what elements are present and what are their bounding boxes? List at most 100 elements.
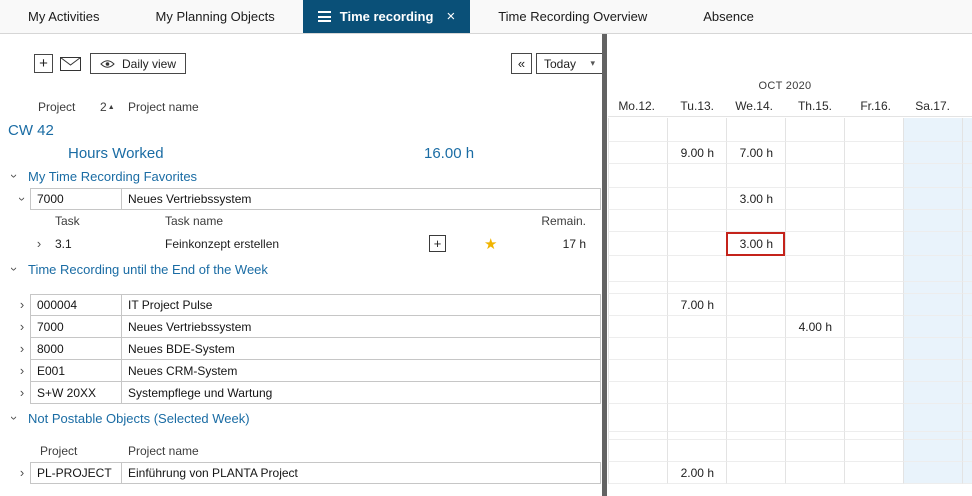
add-booking-button[interactable]: + [429,235,446,252]
time-cell-weekend[interactable] [903,188,962,210]
today-button[interactable]: Today ▾ [536,53,603,74]
expander-icon[interactable]: › [16,321,28,333]
expander-icon[interactable]: › [16,387,28,399]
time-cell[interactable] [785,232,844,256]
section-title-favorites[interactable]: My Time Recording Favorites [28,164,197,188]
expander-icon[interactable]: › [16,365,28,377]
tab-my-planning-objects[interactable]: My Planning Objects [128,0,303,33]
tab-time-recording-overview[interactable]: Time Recording Overview [470,0,675,33]
collapse-icon[interactable]: › [8,170,20,182]
time-cell[interactable] [844,232,903,256]
time-cell[interactable] [608,188,667,210]
time-cell[interactable] [726,462,785,484]
time-cell[interactable] [608,382,667,404]
project-code-cell[interactable]: 7000 [30,188,122,210]
time-cell[interactable] [785,382,844,404]
time-cell-highlighted[interactable]: 3.00 h [726,232,785,256]
tab-time-recording[interactable]: Time recording × [303,0,470,33]
project-name-cell[interactable]: IT Project Pulse [121,294,601,316]
time-cell[interactable] [667,382,726,404]
time-cell[interactable] [726,338,785,360]
pane-splitter[interactable] [602,34,607,496]
time-cell[interactable] [726,382,785,404]
project-code-cell[interactable]: S+W 20XX [30,382,122,404]
time-cell-weekend[interactable] [903,382,962,404]
tab-my-activities[interactable]: My Activities [0,0,128,33]
grid-filler [962,256,972,282]
section-title-not-postable[interactable]: Not Postable Objects (Selected Week) [28,404,250,432]
time-cell[interactable] [785,338,844,360]
close-tab-icon[interactable]: × [446,8,455,25]
expander-icon[interactable]: › [16,343,28,355]
time-cell[interactable] [844,188,903,210]
sort-indicator[interactable]: 2▲ [100,100,115,114]
section-title-week[interactable]: Time Recording until the End of the Week [28,256,268,282]
project-code-cell[interactable]: PL-PROJECT [30,462,122,484]
time-cell[interactable] [667,232,726,256]
time-cell[interactable] [785,294,844,316]
time-cell[interactable] [667,338,726,360]
time-cell[interactable] [844,462,903,484]
expander-icon[interactable]: › [16,299,28,311]
hamburger-menu-icon[interactable] [318,9,331,25]
time-cell[interactable] [844,338,903,360]
time-cell[interactable] [608,338,667,360]
expander-icon[interactable]: › [33,238,45,250]
project-code-cell[interactable]: 8000 [30,338,122,360]
time-cell-weekend[interactable] [903,232,962,256]
time-cell-weekend[interactable] [903,360,962,382]
time-cell[interactable] [785,188,844,210]
task-name[interactable]: Feinkonzept erstellen [165,232,279,256]
time-cell[interactable] [785,360,844,382]
time-cell[interactable] [844,294,903,316]
time-cell[interactable] [844,382,903,404]
collapse-icon[interactable]: › [8,263,20,275]
calendar-week-row: CW 42 [0,118,972,142]
expander-icon[interactable]: › [16,467,28,479]
time-cell[interactable]: 4.00 h [785,316,844,338]
collapse-icon[interactable]: › [8,412,20,424]
time-cell[interactable] [608,360,667,382]
time-cell[interactable]: 2.00 h [667,462,726,484]
time-cell[interactable] [608,232,667,256]
time-cell[interactable] [667,188,726,210]
time-cell-weekend[interactable] [903,338,962,360]
expander-icon[interactable]: › [16,193,28,205]
time-cell[interactable] [667,360,726,382]
grid-cell [785,432,844,440]
time-cell-weekend[interactable] [903,462,962,484]
grid-filler [962,282,972,294]
project-code-cell[interactable]: E001 [30,360,122,382]
time-cell[interactable] [608,294,667,316]
time-cell-weekend[interactable] [903,294,962,316]
project-name-cell[interactable]: Neues Vertriebssystem [121,188,601,210]
add-button[interactable]: + [34,54,53,73]
project-name-cell[interactable]: Neues CRM-System [121,360,601,382]
project-code-cell[interactable]: 000004 [30,294,122,316]
time-cell[interactable] [844,360,903,382]
column-header-project[interactable]: Project [38,100,75,114]
time-cell[interactable] [785,462,844,484]
project-name-cell[interactable]: Einführung von PLANTA Project [121,462,601,484]
project-name-cell[interactable]: Neues BDE-System [121,338,601,360]
time-cell[interactable] [726,294,785,316]
grid-filler [962,232,972,256]
previous-period-button[interactable]: « [511,53,532,74]
time-cell[interactable] [726,316,785,338]
grid-cell [785,440,844,462]
time-cell[interactable] [844,316,903,338]
favorite-star-icon[interactable]: ★ [484,232,497,256]
mail-icon[interactable] [60,57,81,71]
time-cell-weekend[interactable] [903,316,962,338]
project-name-cell[interactable]: Neues Vertriebssystem [121,316,601,338]
view-mode-select[interactable]: Daily view [90,53,186,74]
time-cell[interactable]: 3.00 h [726,188,785,210]
time-cell[interactable] [608,316,667,338]
tab-absence[interactable]: Absence [675,0,782,33]
time-cell[interactable] [726,360,785,382]
time-cell[interactable]: 7.00 h [667,294,726,316]
project-name-cell[interactable]: Systempflege und Wartung [121,382,601,404]
time-cell[interactable] [667,316,726,338]
project-code-cell[interactable]: 7000 [30,316,122,338]
time-cell[interactable] [608,462,667,484]
